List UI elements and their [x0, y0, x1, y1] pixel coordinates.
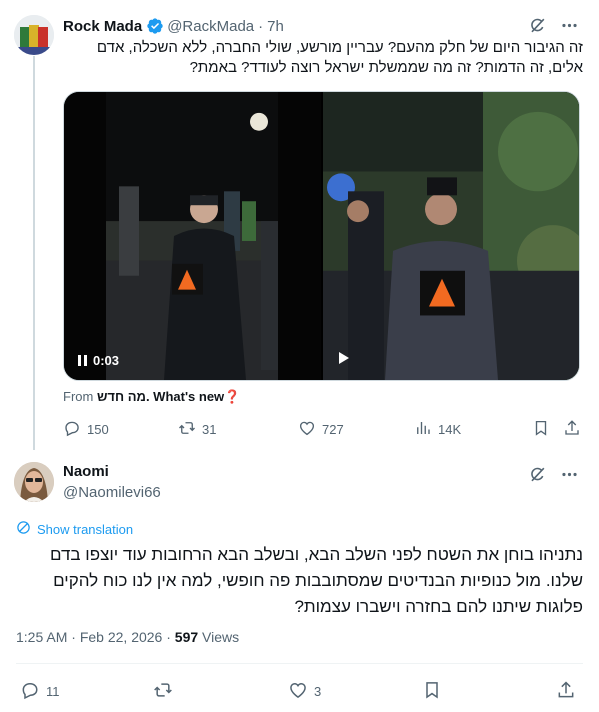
video-2[interactable] [323, 92, 579, 380]
divider [16, 663, 583, 664]
from-source[interactable]: מה חדש. What's new [97, 389, 224, 404]
separator-dot: · [258, 17, 264, 35]
share-action[interactable] [556, 680, 576, 703]
tweet-text: זה הגיבור היום של חלק מהעם? עבריין מורשע… [96, 39, 583, 76]
avatar[interactable] [14, 462, 54, 502]
tweet-date[interactable]: Feb 22, 2026 [80, 629, 163, 645]
views-action[interactable]: 14K [414, 419, 461, 440]
bookmark-action[interactable] [422, 680, 442, 703]
views-count: 14K [438, 421, 462, 437]
reply-icon [63, 419, 81, 440]
views-label: Views [202, 629, 240, 645]
grok-icon[interactable] [527, 464, 547, 484]
verified-badge-icon [146, 17, 164, 35]
reply-count: 150 [87, 421, 109, 437]
like-action[interactable]: 3 [288, 680, 321, 703]
author-handle[interactable]: @RackMada [167, 18, 254, 35]
like-count: 727 [322, 421, 344, 437]
thread-connector-line [33, 56, 35, 450]
retweet-count: 31 [202, 421, 217, 437]
pause-icon[interactable] [78, 355, 87, 366]
retweet-action[interactable] [153, 680, 173, 703]
show-translation-link[interactable]: Show translation [16, 520, 133, 538]
media-grid[interactable]: 0:03 [63, 91, 580, 381]
share-action[interactable] [563, 419, 581, 440]
author-name[interactable]: Rock Mada [63, 18, 142, 35]
bookmark-action[interactable] [532, 419, 550, 440]
play-icon[interactable] [339, 352, 349, 364]
bookmark-icon [422, 680, 442, 703]
share-icon [563, 419, 581, 440]
tweet-actions: 11 3 [0, 680, 599, 702]
source-attribution[interactable]: From מה חדש. What's new❓ [63, 389, 240, 405]
tweet-header: Rock Mada @RackMada · 7h [63, 15, 579, 37]
translate-icon [16, 520, 31, 538]
retweet-icon [178, 419, 196, 440]
author-handle[interactable]: @Naomilevi66 [63, 484, 161, 501]
views-icon [414, 419, 432, 440]
video-1[interactable]: 0:03 [64, 92, 321, 380]
like-count: 3 [314, 683, 322, 699]
like-action[interactable]: 727 [298, 419, 344, 440]
separator-dot: · [166, 629, 175, 645]
tweet-text: נתניהו בוחן את השטח לפני השלב הבא, ובשלב… [49, 545, 583, 616]
more-icon[interactable] [559, 15, 579, 35]
avatar[interactable] [14, 15, 54, 55]
grok-icon[interactable] [527, 15, 547, 35]
retweet-icon [153, 680, 173, 703]
from-label: From [63, 389, 94, 404]
share-icon [556, 680, 576, 703]
video-timer: 0:03 [93, 353, 120, 368]
bookmark-icon [532, 419, 550, 440]
tweet-meta: 1:25 AM · Feb 22, 2026 · 597 Views [16, 629, 239, 645]
reply-icon [20, 680, 40, 703]
from-emoji: ❓ [224, 389, 241, 404]
separator-dot: · [71, 629, 80, 645]
parent-tweet[interactable]: Rock Mada @RackMada · 7h זה הגיבור היום … [0, 0, 599, 450]
tweet-header-icons [527, 464, 579, 484]
tweet-time[interactable]: 7h [267, 18, 284, 35]
reply-action[interactable]: 150 [63, 419, 109, 440]
video-controls[interactable]: 0:03 [78, 353, 119, 368]
views-count: 597 [174, 629, 199, 645]
tweet-actions: 150 31 727 14K [0, 419, 599, 439]
retweet-action[interactable]: 31 [178, 419, 216, 440]
like-icon [298, 419, 316, 440]
like-icon [288, 680, 308, 703]
show-translation-label: Show translation [37, 521, 134, 537]
more-icon[interactable] [559, 464, 579, 484]
author-name[interactable]: Naomi [63, 463, 109, 480]
reply-count: 11 [46, 683, 60, 699]
tweet-time[interactable]: 1:25 AM [16, 629, 67, 645]
reply-action[interactable]: 11 [20, 680, 60, 703]
